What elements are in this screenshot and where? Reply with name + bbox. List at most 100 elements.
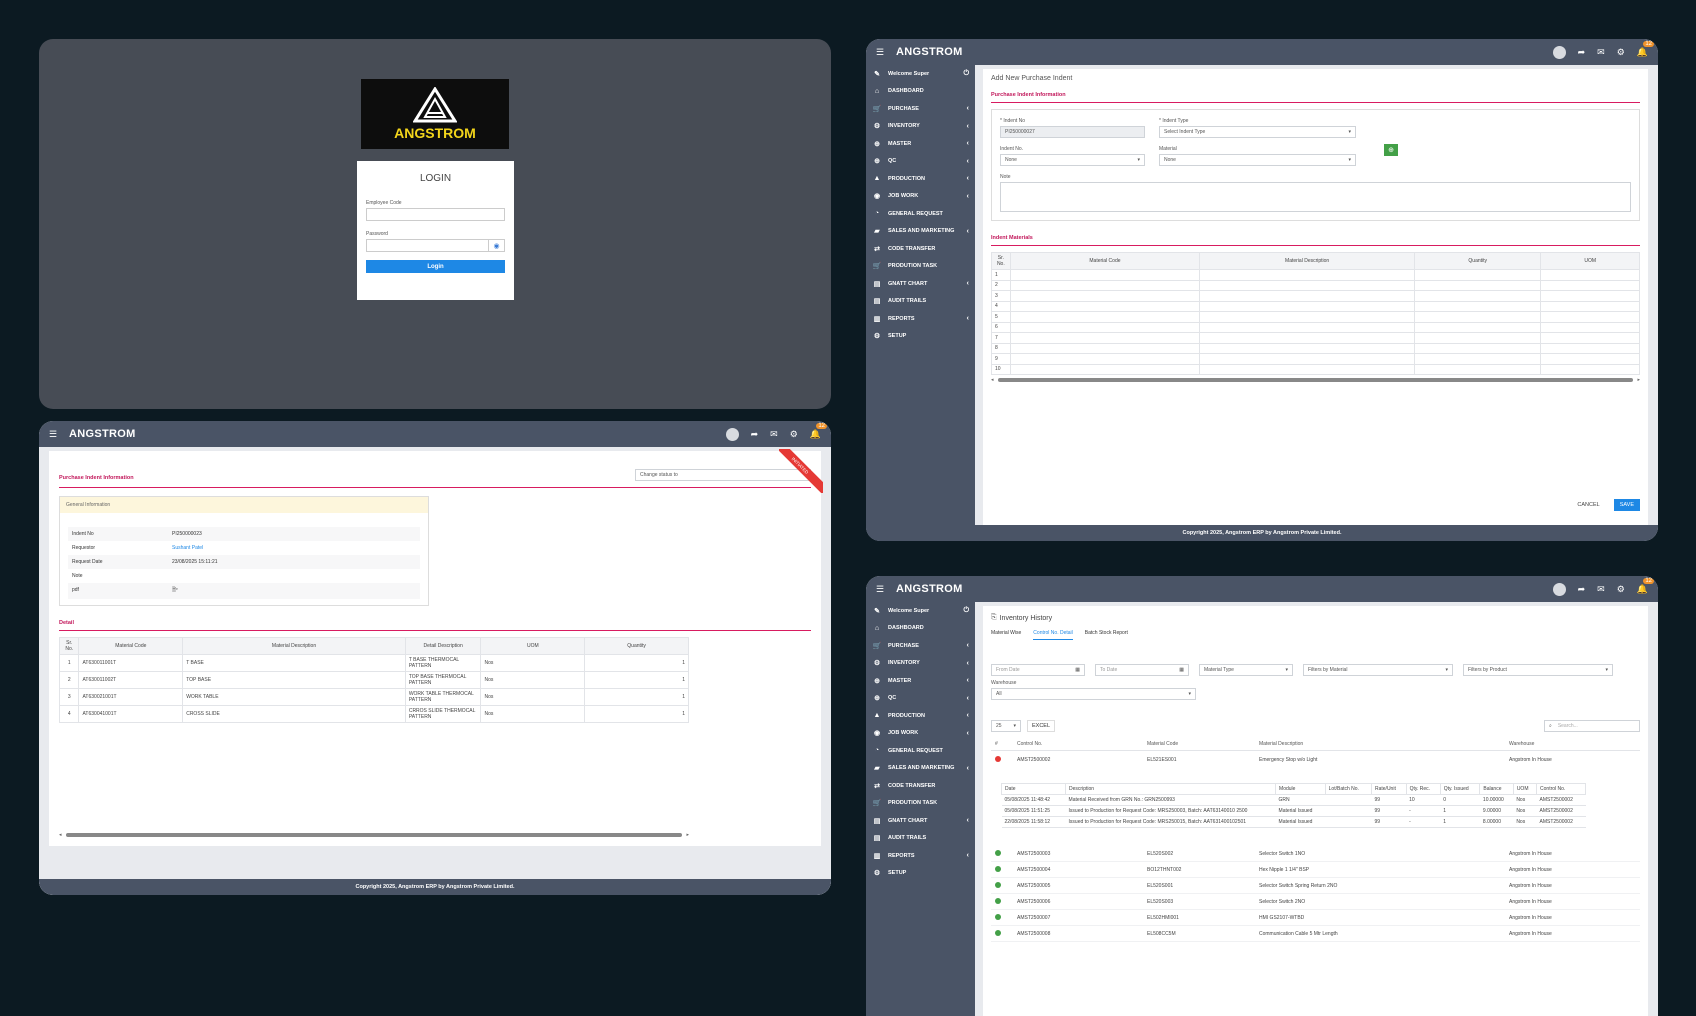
quantity-cell[interactable] <box>1414 300 1542 312</box>
column-header[interactable]: Material Code <box>78 637 184 655</box>
sidebar-item-gnatt-chart[interactable]: ▤ GNATT CHART ‹ <box>866 275 975 293</box>
search-input[interactable]: ⌕ Search... <box>1544 720 1640 732</box>
material-desc-cell[interactable] <box>1199 311 1416 323</box>
note-textarea[interactable] <box>1000 182 1631 212</box>
avatar[interactable] <box>725 427 739 441</box>
uom-cell[interactable] <box>1540 332 1640 344</box>
sidebar-item-production[interactable]: ▲ PRODUCTION ‹ <box>866 707 975 725</box>
quantity-cell[interactable] <box>1414 279 1542 291</box>
column-header[interactable]: Detail Description <box>404 637 482 655</box>
expand-row-icon[interactable] <box>995 881 1001 888</box>
tab-material-wise[interactable]: Material Wise <box>991 630 1021 640</box>
uom-cell[interactable] <box>1540 269 1640 281</box>
calendar-icon[interactable]: ▦ <box>1075 667 1080 673</box>
expanded-row[interactable]: AMST2500002 EL521ES001 Emergency Stop w/… <box>991 751 1640 769</box>
sidebar-item-qc[interactable]: ⊕ QC ‹ <box>866 690 975 708</box>
settings-icon[interactable]: ⚙ <box>1617 584 1625 595</box>
notification-bell-icon[interactable]: 🔔 12 <box>1637 577 1654 595</box>
expand-row-icon[interactable] <box>995 897 1001 904</box>
sidebar-item-dashboard[interactable]: ⌂ DASHBOARD <box>866 620 975 638</box>
sidebar-item-setup[interactable]: ⚙ SETUP <box>866 328 975 346</box>
sidebar-welcome[interactable]: ✎ Welcome Super ⏻ <box>866 602 975 620</box>
list-item[interactable]: AMST2500007 EL502HMI001 HMI GS2107-WTBD Ang… <box>991 910 1640 926</box>
list-item[interactable]: AMST2500004 BO12THNT002 Hex Nipple 1 1/4" … <box>991 862 1640 878</box>
sidebar-welcome[interactable]: ✎ Welcome Super ⏻ <box>866 65 975 83</box>
horizontal-scrollbar[interactable]: ◂ ▸ <box>991 377 1640 383</box>
uom-cell[interactable] <box>1540 279 1640 291</box>
sidebar-item-master[interactable]: ⊕ MASTER ‹ <box>866 672 975 690</box>
list-item[interactable]: AMST2500006 EL520S003 Selector Switch 2NO A… <box>991 894 1640 910</box>
quantity-cell[interactable] <box>1414 342 1542 354</box>
material-type-select[interactable]: Material Type ▾ <box>1199 664 1293 676</box>
material-code-cell[interactable] <box>1009 269 1201 281</box>
sidebar-item-job-work[interactable]: ◉ JOB WORK ‹ <box>866 725 975 743</box>
inbox-icon[interactable]: ✉ <box>1597 584 1605 595</box>
material-code-cell[interactable] <box>1009 290 1201 302</box>
cancel-button[interactable]: CANCEL <box>1571 499 1605 511</box>
avatar[interactable] <box>1552 45 1566 59</box>
sidebar-item-code-transfer[interactable]: ⇄ CODE TRANSFER <box>866 240 975 258</box>
sidebar-item-general-request[interactable]: ◔ GENERAL REQUEST <box>866 742 975 760</box>
quantity-cell[interactable] <box>1414 321 1542 333</box>
quantity-cell[interactable] <box>1414 363 1542 375</box>
column-header[interactable]: Material Description <box>1259 741 1509 747</box>
power-icon[interactable]: ⏻ <box>963 607 969 615</box>
quantity-cell[interactable] <box>1414 290 1542 302</box>
sidebar-item-reports[interactable]: ▥ REPORTS ‹ <box>866 847 975 865</box>
material-code-cell[interactable] <box>1009 311 1201 323</box>
indent-no2-select[interactable]: None ▾ <box>1000 154 1145 166</box>
material-code-cell[interactable] <box>1009 342 1201 354</box>
sidebar-item-sales-and-marketing[interactable]: ▰ SALES AND MARKETING ‹ <box>866 760 975 778</box>
quantity-cell[interactable] <box>1414 353 1542 365</box>
material-code-cell[interactable] <box>1009 332 1201 344</box>
material-desc-cell[interactable] <box>1199 321 1416 333</box>
avatar[interactable] <box>1552 582 1566 596</box>
filter-product-select[interactable]: Filters by Product ▾ <box>1463 664 1613 676</box>
password-input[interactable] <box>366 239 489 252</box>
material-desc-cell[interactable] <box>1199 363 1416 375</box>
column-header[interactable]: Material Description <box>182 637 406 655</box>
sidebar-item-setup[interactable]: ⚙ SETUP <box>866 865 975 883</box>
info-value[interactable]: Sushant Patel <box>172 545 203 551</box>
notification-bell-icon[interactable]: 🔔 12 <box>1637 40 1654 58</box>
material-code-cell[interactable] <box>1009 300 1201 312</box>
employee-code-input[interactable] <box>366 208 505 221</box>
warehouse-select[interactable]: All ▾ <box>991 688 1196 700</box>
material-code-cell[interactable] <box>1009 363 1201 375</box>
inbox-icon[interactable]: ✉ <box>1597 47 1605 58</box>
save-button[interactable]: SAVE <box>1613 499 1640 511</box>
sidebar-item-purchase[interactable]: 🛒 PURCHASE ‹ <box>866 637 975 655</box>
settings-icon[interactable]: ⚙ <box>790 429 798 440</box>
column-header[interactable]: Warehouse <box>1509 741 1589 747</box>
material-desc-cell[interactable] <box>1199 279 1416 291</box>
uom-cell[interactable] <box>1540 342 1640 354</box>
uom-cell[interactable] <box>1540 363 1640 375</box>
menu-toggle-icon[interactable]: ☰ <box>49 429 61 440</box>
sidebar-item-inventory[interactable]: ⚙ INVENTORY ‹ <box>866 118 975 136</box>
add-material-button[interactable]: ⊕ <box>1384 144 1398 156</box>
list-item[interactable]: AMST2500005 EL520S001 Selector Switch Spri… <box>991 878 1640 894</box>
uom-cell[interactable] <box>1540 300 1640 312</box>
page-size-select[interactable]: 25 ▾ <box>991 720 1021 732</box>
column-header[interactable]: Control No. <box>1017 741 1147 747</box>
sidebar-item-production[interactable]: ▲ PRODUCTION ‹ <box>866 170 975 188</box>
inbox-icon[interactable]: ✉ <box>770 429 778 440</box>
power-icon[interactable]: ⏻ <box>963 70 969 78</box>
from-date-input[interactable]: From Date ▦ <box>991 664 1085 676</box>
sidebar-item-general-request[interactable]: ◔ GENERAL REQUEST <box>866 205 975 223</box>
column-header[interactable]: Material Code <box>1147 741 1259 747</box>
sidebar-item-job-work[interactable]: ◉ JOB WORK ‹ <box>866 188 975 206</box>
excel-button[interactable]: EXCEL <box>1027 720 1056 732</box>
sidebar-item-purchase[interactable]: 🛒 PURCHASE ‹ <box>866 100 975 118</box>
show-password-eye-icon[interactable]: ◉ <box>489 239 505 252</box>
material-select[interactable]: None ▾ <box>1159 154 1356 166</box>
share-icon[interactable]: ➦ <box>1578 584 1586 595</box>
uom-cell[interactable] <box>1540 321 1640 333</box>
material-desc-cell[interactable] <box>1199 300 1416 312</box>
expand-row-icon[interactable] <box>995 913 1001 920</box>
expand-row-icon[interactable] <box>995 929 1001 936</box>
sidebar-item-gnatt-chart[interactable]: ▤ GNATT CHART ‹ <box>866 812 975 830</box>
uom-cell[interactable] <box>1540 311 1640 323</box>
sidebar-item-sales-and-marketing[interactable]: ▰ SALES AND MARKETING ‹ <box>866 223 975 241</box>
material-desc-cell[interactable] <box>1199 342 1416 354</box>
